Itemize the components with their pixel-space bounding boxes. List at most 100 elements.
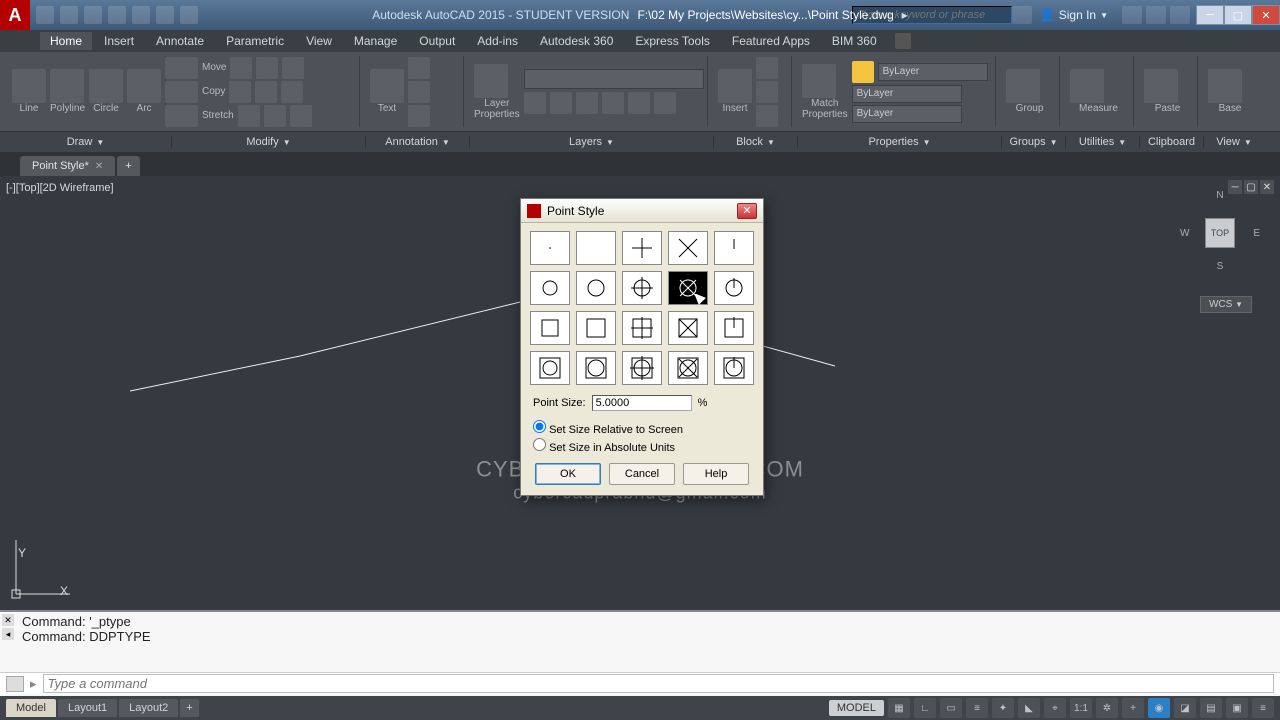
doc-tab-active[interactable]: Point Style*✕ — [20, 156, 115, 176]
array-button[interactable] — [264, 105, 286, 127]
viewcube-e[interactable]: E — [1253, 228, 1260, 239]
customize-icon[interactable]: ≡ — [1252, 698, 1274, 718]
pstyle-12[interactable] — [622, 311, 662, 345]
grid-toggle-icon[interactable]: ▦ — [888, 698, 910, 718]
mod-b[interactable] — [281, 81, 303, 103]
block-b[interactable] — [756, 81, 778, 103]
pstyle-7[interactable] — [622, 271, 662, 305]
isolate-icon[interactable]: ◪ — [1174, 698, 1196, 718]
panel-label-modify[interactable]: Modify▼ — [172, 136, 366, 148]
panel-label-properties[interactable]: Properties▼ — [798, 136, 1002, 148]
pstyle-15[interactable] — [530, 351, 570, 385]
pstyle-2[interactable] — [622, 231, 662, 265]
viewcube-s[interactable]: S — [1217, 261, 1224, 272]
dialog-close-button[interactable]: ✕ — [737, 203, 757, 219]
viewcube-n[interactable]: N — [1216, 190, 1223, 201]
arc-button[interactable] — [127, 69, 161, 103]
open-icon[interactable] — [60, 6, 78, 24]
osnap-toggle-icon[interactable]: ✦ — [992, 698, 1014, 718]
viewcube-w[interactable]: W — [1180, 228, 1189, 239]
plot-icon[interactable] — [132, 6, 150, 24]
close-button[interactable]: ✕ — [1252, 5, 1280, 25]
layout-tab-2[interactable]: Layout2 — [119, 699, 178, 717]
tab-focus-icon[interactable] — [895, 33, 911, 49]
signin-button[interactable]: 👤 Sign In ▼ — [1032, 8, 1116, 22]
minimize-button[interactable]: ─ — [1196, 5, 1224, 25]
globe-icon[interactable]: ◉ — [1148, 698, 1170, 718]
mod-a[interactable] — [282, 57, 304, 79]
block-c[interactable] — [756, 105, 778, 127]
pstyle-11[interactable] — [576, 311, 616, 345]
polar-toggle-icon[interactable]: ≡ — [966, 698, 988, 718]
tab-annotate[interactable]: Annotate — [146, 32, 214, 50]
dim-button[interactable] — [408, 57, 430, 79]
leader-button[interactable] — [408, 81, 430, 103]
layer-a[interactable] — [524, 92, 546, 114]
save-icon[interactable] — [84, 6, 102, 24]
pstyle-1[interactable] — [576, 231, 616, 265]
base-button[interactable] — [1208, 69, 1242, 103]
mirror-button[interactable] — [229, 81, 251, 103]
app-menu-icon[interactable]: A — [0, 0, 30, 30]
pstyle-17[interactable] — [622, 351, 662, 385]
pstyle-16[interactable] — [576, 351, 616, 385]
command-input[interactable] — [43, 674, 1274, 693]
pstyle-0[interactable] — [530, 231, 570, 265]
polyline-button[interactable] — [50, 69, 84, 103]
text-button[interactable] — [370, 69, 404, 103]
trim-button[interactable] — [256, 57, 278, 79]
lineweight-icon[interactable]: 1:1 — [1070, 698, 1092, 718]
layout-tab-1[interactable]: Layout1 — [58, 699, 117, 717]
tab-express[interactable]: Express Tools — [625, 32, 719, 50]
undo-icon[interactable] — [156, 6, 174, 24]
pstyle-18[interactable] — [668, 351, 708, 385]
clean-screen-icon[interactable]: ▣ — [1226, 698, 1248, 718]
panel-label-block[interactable]: Block▼ — [714, 136, 798, 148]
layer-d[interactable] — [602, 92, 624, 114]
pstyle-9[interactable] — [714, 271, 754, 305]
gear-icon[interactable]: ✲ — [1096, 698, 1118, 718]
snap-toggle-icon[interactable]: ∟ — [914, 698, 936, 718]
help-button[interactable]: Help — [683, 463, 749, 485]
cmd-prompt-icon[interactable] — [6, 676, 24, 692]
wcs-dropdown[interactable]: WCS ▼ — [1200, 296, 1252, 313]
hardware-icon[interactable]: ▤ — [1200, 698, 1222, 718]
insert-button[interactable] — [718, 69, 752, 103]
tab-addins[interactable]: Add-ins — [467, 32, 528, 50]
radio-relative[interactable]: Set Size Relative to Screen — [533, 419, 751, 437]
tab-output[interactable]: Output — [409, 32, 465, 50]
tab-manage[interactable]: Manage — [344, 32, 407, 50]
pstyle-6[interactable] — [576, 271, 616, 305]
layer-e[interactable] — [628, 92, 650, 114]
plus-icon[interactable]: + — [1122, 698, 1144, 718]
layer-b[interactable] — [550, 92, 572, 114]
layer-c[interactable] — [576, 92, 598, 114]
layer-properties-button[interactable] — [474, 64, 508, 98]
ok-button[interactable]: OK — [535, 463, 601, 485]
cmd-close-icon[interactable]: ✕ — [2, 614, 14, 626]
panel-label-view[interactable]: View▼ — [1204, 136, 1264, 148]
table-button[interactable] — [408, 105, 430, 127]
paste-button[interactable] — [1144, 69, 1178, 103]
tab-home[interactable]: Home — [40, 32, 92, 50]
cancel-button[interactable]: Cancel — [609, 463, 675, 485]
viewcube[interactable]: N S E W TOP — [1180, 186, 1260, 286]
move-button[interactable] — [176, 57, 198, 79]
fillet-button[interactable] — [255, 81, 277, 103]
a360-icon[interactable] — [1146, 6, 1166, 24]
redo-icon[interactable] — [180, 6, 198, 24]
viewcube-top[interactable]: TOP — [1205, 218, 1235, 248]
radio-absolute-input[interactable] — [533, 438, 546, 451]
panel-label-groups[interactable]: Groups▼ — [1002, 136, 1066, 148]
otrack-toggle-icon[interactable]: ◣ — [1018, 698, 1040, 718]
tab-parametric[interactable]: Parametric — [216, 32, 294, 50]
panel-label-annotation[interactable]: Annotation▼ — [366, 136, 470, 148]
command-window[interactable]: ✕ ◂ Command: '_ptype Command: DDPTYPE ▸ — [0, 610, 1280, 696]
layout-tab-model[interactable]: Model — [6, 699, 56, 717]
scale-button[interactable] — [238, 105, 260, 127]
title-arrow-icon[interactable]: ▸ — [902, 8, 908, 22]
copy-button[interactable] — [176, 81, 198, 103]
pstyle-19[interactable] — [714, 351, 754, 385]
dialog-titlebar[interactable]: Point Style ✕ — [521, 199, 763, 223]
doc-tab-close-icon[interactable]: ✕ — [95, 161, 103, 172]
